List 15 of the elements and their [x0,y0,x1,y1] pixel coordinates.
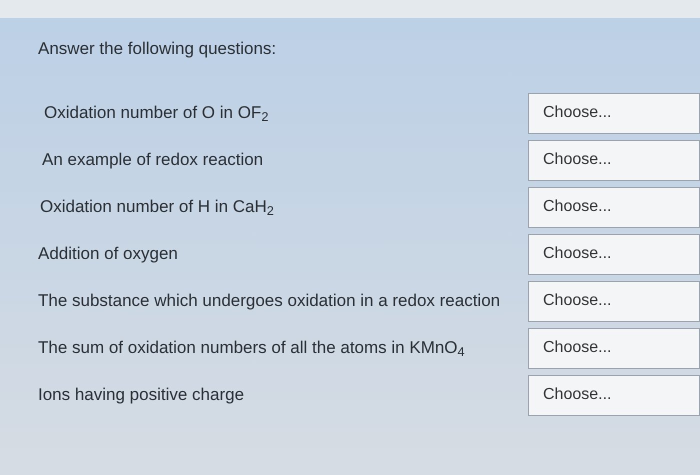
question-label: Oxidation number of O in OF$_{2}$ [44,102,268,126]
question-label: The sum of oxidation numbers of all the atoms in KMnO$_{4}$ [38,337,465,361]
question-label: The substance which undergoes oxidation in a redox reaction [38,290,500,312]
question-label: An example of redox reaction [42,149,264,172]
answer-dropdown[interactable]: Choose... [528,234,700,274]
answer-dropdown[interactable]: Choose... [528,280,700,322]
answer-dropdown[interactable]: Choose... [528,328,700,368]
answer-dropdown[interactable]: Choose... [528,186,700,228]
question-label: Addition of oxygen [38,243,178,266]
answer-dropdown[interactable]: Choose... [528,374,700,416]
question-label: Ions having positive charge [38,384,244,406]
instruction-text: Answer the following questions: [38,38,278,60]
question-label: Oxidation number of H in CaH$_{2}$ [40,196,274,220]
answer-dropdown[interactable]: Choose... [528,92,700,134]
answer-dropdown[interactable]: Choose... [528,140,700,180]
